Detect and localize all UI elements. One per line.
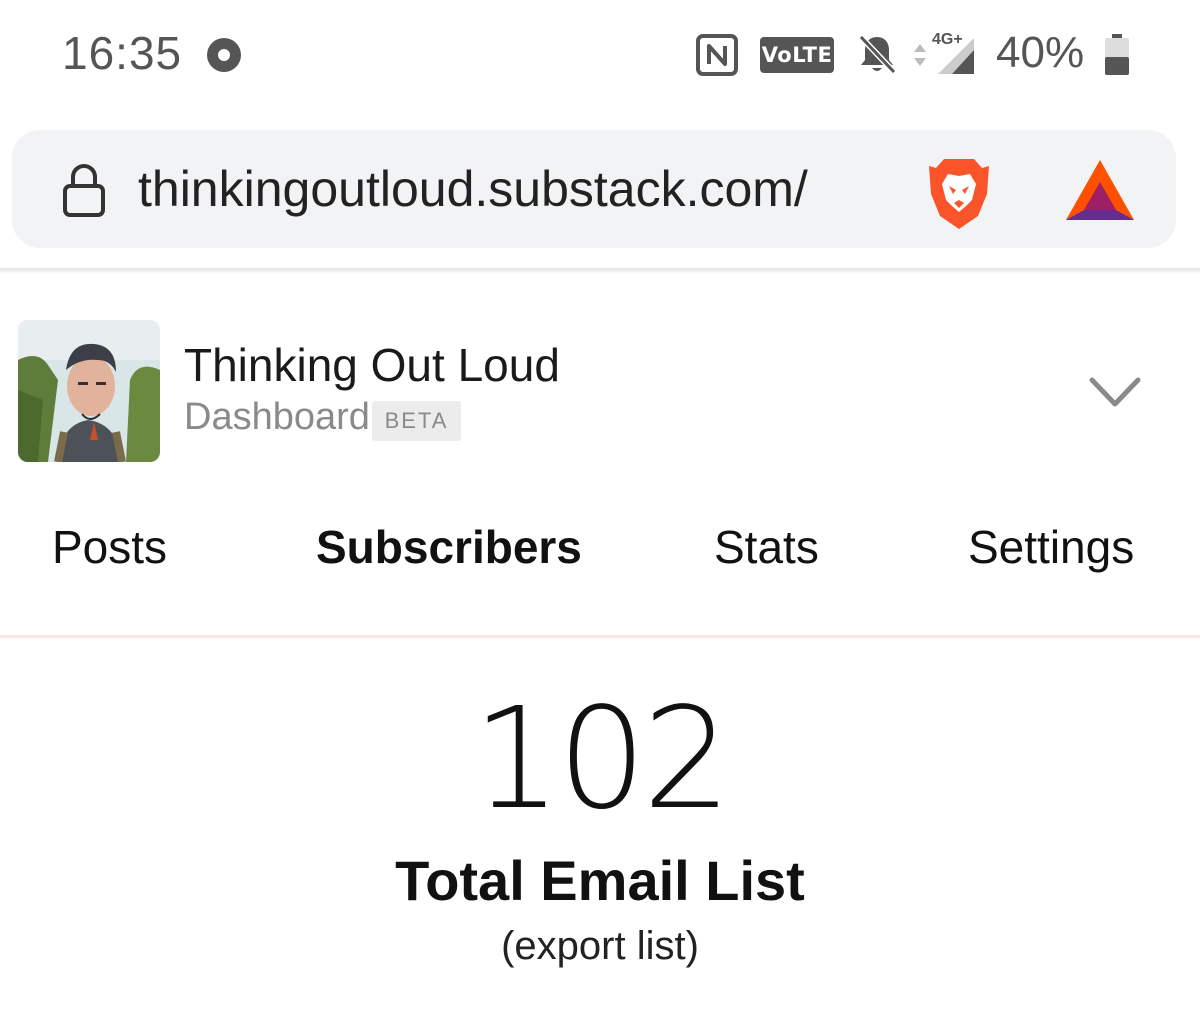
data-arrows-icon bbox=[914, 44, 926, 66]
nfc-icon bbox=[696, 34, 738, 76]
bat-triangle-icon[interactable] bbox=[1064, 158, 1136, 222]
status-time: 16:35 bbox=[62, 27, 183, 79]
brave-lion-icon[interactable] bbox=[926, 156, 992, 232]
avatar[interactable] bbox=[18, 320, 160, 462]
url-text[interactable]: thinkingoutloud.substack.com/ bbox=[138, 160, 898, 224]
tab-stats[interactable]: Stats bbox=[714, 520, 819, 574]
tab-subscribers[interactable]: Subscribers bbox=[316, 520, 582, 574]
dashboard-label: Dashboard bbox=[184, 396, 370, 438]
volte-icon: VoLTE bbox=[760, 37, 834, 73]
record-dot-icon bbox=[207, 38, 241, 72]
tab-settings[interactable]: Settings bbox=[968, 520, 1134, 574]
lock-icon[interactable] bbox=[62, 162, 106, 218]
network-type-label: 4G+ bbox=[932, 31, 963, 48]
bell-off-icon bbox=[858, 34, 897, 75]
tab-posts[interactable]: Posts bbox=[52, 520, 167, 574]
status-bar: 16:35 VoLTE 4G+ 40% bbox=[0, 0, 1200, 112]
publication-title[interactable]: Thinking Out Loud bbox=[184, 338, 560, 392]
total-subscriber-count: 102 bbox=[472, 678, 731, 841]
total-email-list-label: Total Email List bbox=[395, 849, 805, 912]
address-bar[interactable]: thinkingoutloud.substack.com/ bbox=[12, 130, 1176, 248]
battery-icon bbox=[1105, 34, 1129, 75]
beta-badge: BETA bbox=[372, 401, 461, 441]
export-list-link[interactable]: (export list) bbox=[0, 924, 1200, 969]
toolbar-shadow bbox=[0, 268, 1200, 274]
chevron-down-icon[interactable] bbox=[1088, 372, 1142, 412]
battery-percent: 40% bbox=[996, 28, 1085, 77]
tabs-divider bbox=[0, 635, 1200, 638]
